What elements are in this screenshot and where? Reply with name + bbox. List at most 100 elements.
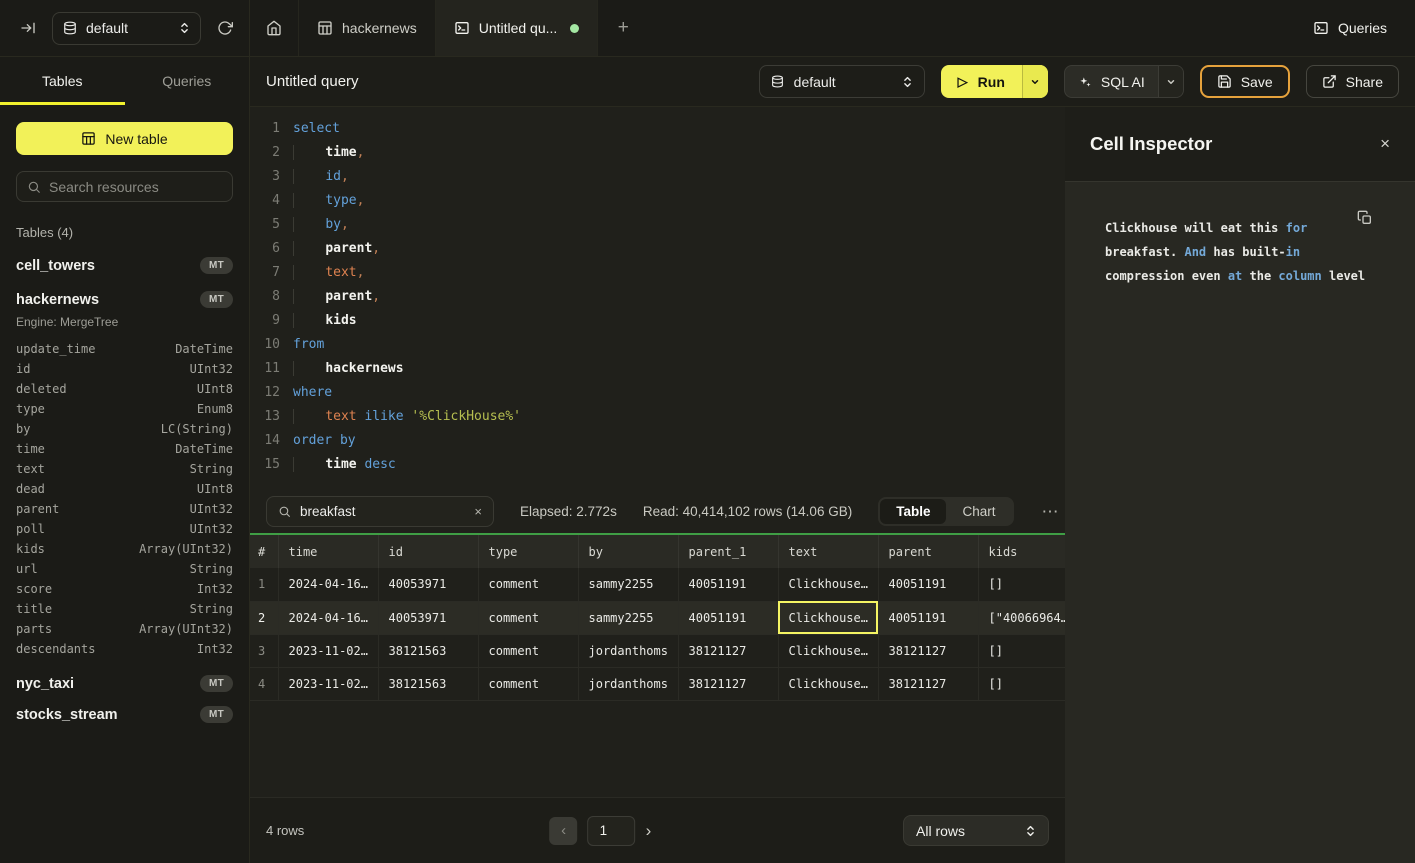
sql-ai-options-button[interactable] — [1158, 66, 1183, 97]
run-options-button[interactable] — [1022, 65, 1048, 98]
chevron-down-icon — [1030, 77, 1040, 87]
column-header[interactable]: id — [378, 535, 478, 568]
column-header[interactable]: parent — [878, 535, 978, 568]
editor-line[interactable]: 7 text, — [250, 261, 1065, 285]
save-button[interactable]: Save — [1200, 65, 1290, 98]
sql-ai-button[interactable]: SQL AI — [1065, 66, 1158, 97]
column-header[interactable]: type — [478, 535, 578, 568]
editor-line[interactable]: 3 id, — [250, 165, 1065, 189]
table-cell[interactable]: comment — [478, 634, 578, 667]
column-header[interactable]: text — [778, 535, 878, 568]
column-header[interactable]: parent_1 — [678, 535, 778, 568]
column-header[interactable]: by — [578, 535, 678, 568]
table-cell[interactable]: [] — [978, 667, 1065, 700]
tab-hackernews[interactable]: hackernews — [299, 0, 436, 56]
table-cell[interactable]: 38121127 — [678, 634, 778, 667]
page-size-selector[interactable]: All rows — [903, 815, 1049, 846]
table-cell[interactable]: 38121563 — [378, 667, 478, 700]
sidebar-tab-tables[interactable]: Tables — [0, 57, 125, 105]
editor-line[interactable]: 5 by, — [250, 213, 1065, 237]
row-number[interactable]: 1 — [250, 568, 278, 601]
column-header[interactable]: # — [250, 535, 278, 568]
editor-line[interactable]: 13 text ilike '%ClickHouse%' — [250, 405, 1065, 429]
row-number[interactable]: 3 — [250, 634, 278, 667]
table-cell[interactable]: Clickhouse… — [778, 568, 878, 601]
search-resources-input[interactable] — [49, 179, 222, 195]
table-cell[interactable]: jordanthoms — [578, 667, 678, 700]
table-cell[interactable]: 38121563 — [378, 634, 478, 667]
clear-search-button[interactable]: × — [474, 504, 482, 519]
table-cell[interactable]: 2024-04-16… — [278, 601, 378, 634]
table-cell[interactable]: 2023-11-02… — [278, 634, 378, 667]
results-search-input[interactable] — [300, 504, 465, 519]
editor-line[interactable]: 4 type, — [250, 189, 1065, 213]
queries-button[interactable]: Queries — [1313, 0, 1415, 56]
editor-line[interactable]: 8 parent, — [250, 285, 1065, 309]
tab-home[interactable] — [250, 0, 299, 56]
table-cell[interactable]: 40051191 — [678, 568, 778, 601]
sql-editor[interactable]: 1select2 time,3 id,4 type,5 by,6 parent,… — [250, 107, 1065, 490]
table-cell[interactable]: sammy2255 — [578, 568, 678, 601]
tab-untitled-query[interactable]: Untitled qu... — [436, 0, 599, 56]
table-cell[interactable]: Clickhouse… — [778, 601, 878, 634]
table-cell[interactable]: [] — [978, 634, 1065, 667]
table-cell[interactable]: jordanthoms — [578, 634, 678, 667]
table-cell[interactable]: 40051191 — [878, 568, 978, 601]
table-cell[interactable]: 40053971 — [378, 568, 478, 601]
share-button[interactable]: Share — [1306, 65, 1399, 98]
table-cell[interactable]: comment — [478, 667, 578, 700]
editor-line[interactable]: 1select — [250, 117, 1065, 141]
view-toggle-table[interactable]: Table — [880, 499, 946, 524]
refresh-button[interactable] — [217, 20, 233, 36]
editor-line[interactable]: 10from — [250, 333, 1065, 357]
previous-page-button[interactable]: ‹ — [550, 817, 578, 845]
sidebar-tab-queries[interactable]: Queries — [125, 57, 250, 105]
editor-line[interactable]: 6 parent, — [250, 237, 1065, 261]
column-header[interactable]: kids — [978, 535, 1065, 568]
table-cell[interactable]: sammy2255 — [578, 601, 678, 634]
table-cell[interactable]: 38121127 — [878, 667, 978, 700]
table-cell[interactable]: 38121127 — [878, 634, 978, 667]
table-cell[interactable]: Clickhouse… — [778, 634, 878, 667]
table-cell[interactable]: 2023-11-02… — [278, 667, 378, 700]
results-more-button[interactable]: ⋯ — [1040, 502, 1061, 522]
sidebar-item-hackernews[interactable]: hackernews MT — [16, 291, 233, 308]
editor-line[interactable]: 9 kids — [250, 309, 1065, 333]
table-cell[interactable]: Clickhouse… — [778, 667, 878, 700]
database-selector[interactable]: default — [52, 12, 201, 45]
run-button[interactable]: ▷ Run — [941, 65, 1022, 98]
row-number[interactable]: 4 — [250, 667, 278, 700]
table-cell[interactable]: comment — [478, 601, 578, 634]
editor-line[interactable]: 15 time desc — [250, 453, 1065, 477]
sidebar-item-nyc-taxi[interactable]: nyc_taxi MT — [16, 675, 233, 692]
editor-line[interactable]: 11 hackernews — [250, 357, 1065, 381]
editor-line[interactable]: 2 time, — [250, 141, 1065, 165]
sidebar-item-cell-towers[interactable]: cell_towers MT — [16, 257, 233, 274]
next-page-button[interactable]: › — [646, 821, 652, 841]
table-cell[interactable]: [] — [978, 568, 1065, 601]
table-cell[interactable]: 2024-04-16… — [278, 568, 378, 601]
schema-column-row: urlString — [16, 559, 233, 579]
view-toggle-chart[interactable]: Chart — [946, 499, 1011, 524]
new-table-button[interactable]: New table — [16, 122, 233, 155]
row-number[interactable]: 2 — [250, 601, 278, 634]
close-inspector-button[interactable]: × — [1380, 134, 1390, 154]
column-header[interactable]: time — [278, 535, 378, 568]
page-number-input[interactable] — [588, 816, 636, 846]
table-cell[interactable]: 40051191 — [678, 601, 778, 634]
query-database-selector[interactable]: default — [759, 65, 925, 98]
table-cell[interactable]: comment — [478, 568, 578, 601]
editor-line[interactable]: 12where — [250, 381, 1065, 405]
play-icon: ▷ — [958, 74, 968, 90]
table-cell[interactable]: 40051191 — [878, 601, 978, 634]
new-tab-button[interactable]: + — [598, 0, 648, 56]
table-cell[interactable]: 40053971 — [378, 601, 478, 634]
sidebar-collapse-button[interactable] — [20, 20, 36, 36]
table-cell[interactable]: 38121127 — [678, 667, 778, 700]
sidebar-item-stocks-stream[interactable]: stocks_stream MT — [16, 706, 233, 723]
sparkle-icon — [1078, 75, 1092, 89]
table-cell[interactable]: ["40066964… — [978, 601, 1065, 634]
editor-line[interactable]: 14order by — [250, 429, 1065, 453]
copy-icon — [1357, 210, 1373, 226]
copy-cell-button[interactable] — [1357, 210, 1373, 226]
